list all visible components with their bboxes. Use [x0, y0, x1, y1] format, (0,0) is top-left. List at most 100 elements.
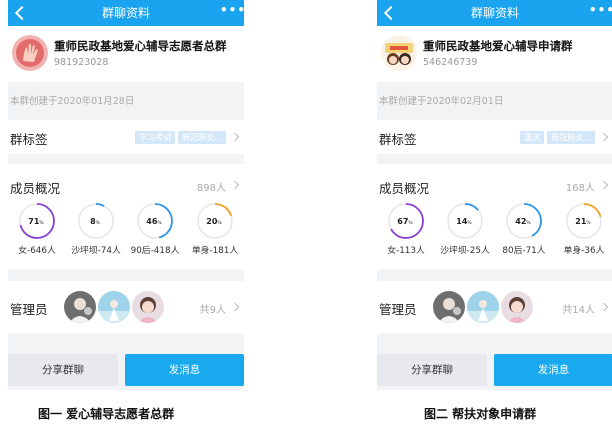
stat-ring-graphic: 14% [447, 203, 483, 239]
members-count: 168人 [565, 183, 595, 194]
avatar [130, 289, 166, 325]
stat-ring: 42% 80后-71人 [495, 202, 553, 256]
avatar [499, 289, 535, 325]
title-bar: 群聊资料 ••• [8, 0, 244, 26]
send-message-button[interactable]: 发消息 [125, 354, 244, 386]
group-header[interactable]: 重师民政基地爱心辅导申请群 546246739 [377, 26, 612, 82]
page-title: 群聊资料 [101, 6, 150, 20]
members-overview[interactable]: 成员概况 898人 71% 女-646人 8% 沙坪坝-74人 46% 90后-418人 2… [8, 164, 244, 269]
stat-ring: 46% 90后-418人 [126, 202, 184, 256]
stat-ring: 8% 沙坪坝-74人 [67, 202, 125, 256]
ring-percent-label: 67% [397, 217, 413, 226]
share-group-button[interactable]: 分享群聊 [8, 354, 118, 386]
stat-ring: 14% 沙坪坝-25人 [436, 202, 494, 256]
figure-caption: 图二 帮扶对象申请群 [424, 407, 537, 421]
admin-avatars [62, 289, 166, 325]
group-profile-screen-1: 群聊资料 ••• 重师民政基地爱心辅导志愿者总群 981923028 本群创建于… [8, 0, 244, 390]
tag-list: 重庆 新冠肺炎... [520, 131, 595, 144]
tag: 新冠肺炎... [178, 131, 226, 144]
ring-caption: 90后-418人 [130, 246, 180, 256]
ring-caption: 女-113人 [387, 246, 425, 256]
ring-percent-label: 21% [575, 217, 591, 226]
group-name: 重师民政基地爱心辅导志愿者总群 [54, 39, 227, 53]
avatar [465, 289, 501, 325]
group-header[interactable]: 重师民政基地爱心辅导志愿者总群 981923028 [8, 26, 244, 82]
ring-percent-label: 8% [90, 217, 101, 226]
admins-label: 管理员 [10, 302, 48, 317]
back-arrow-icon[interactable] [381, 0, 399, 26]
ring-percent-unit: % [157, 220, 162, 226]
admins-label: 管理员 [379, 302, 417, 317]
avatar [62, 289, 98, 325]
tags-label: 群标签 [10, 132, 48, 147]
back-arrow-icon[interactable] [12, 0, 30, 26]
ring-percent-label: 42% [515, 217, 531, 226]
members-label: 成员概况 [10, 181, 61, 196]
stat-ring: 20% 单身-181人 [186, 202, 244, 256]
ring-percent-unit: % [467, 220, 472, 226]
group-name: 重师民政基地爱心辅导申请群 [423, 39, 573, 53]
ring-caption: 单身-36人 [563, 246, 605, 256]
stat-ring-graphic: 46% [137, 203, 173, 239]
admins-row[interactable]: 管理员 共9人 [8, 281, 244, 333]
admins-count: 共14人 [562, 305, 595, 316]
stat-ring-graphic: 42% [506, 203, 542, 239]
action-bar: 分享群聊 发消息 [8, 354, 244, 386]
avatar [431, 289, 467, 325]
members-count: 898人 [196, 183, 226, 194]
ring-caption: 沙坪坝-25人 [440, 246, 490, 256]
ring-percent-unit: % [408, 220, 413, 226]
ring-percent-unit: % [217, 220, 222, 226]
admin-avatars [431, 289, 535, 325]
chevron-right-icon [599, 302, 609, 312]
stat-ring-graphic: 67% [388, 203, 424, 239]
share-group-button[interactable]: 分享群聊 [377, 354, 487, 386]
action-bar: 分享群聊 发消息 [377, 354, 612, 386]
ring-percent-unit: % [586, 220, 591, 226]
ring-percent-unit: % [96, 220, 101, 226]
group-avatar [381, 35, 417, 71]
group-tags-row[interactable]: 群标签 学习考试 新冠肺炎... [8, 120, 244, 154]
chevron-right-icon [230, 180, 240, 190]
admins-row[interactable]: 管理员 共14人 [377, 281, 612, 333]
more-menu-icon[interactable]: ••• [589, 0, 612, 26]
stat-ring: 67% 女-113人 [377, 202, 435, 256]
stat-ring-graphic: 71% [19, 203, 55, 239]
figure-caption: 图一 爱心辅导志愿者总群 [38, 407, 175, 421]
stat-rings: 67% 女-113人 14% 沙坪坝-25人 42% 80后-71人 21% 单身-36人 [377, 202, 612, 266]
created-date: 本群创建于2020年02月01日 [377, 88, 612, 116]
stat-ring-graphic: 8% [78, 203, 114, 239]
created-date: 本群创建于2020年01月28日 [8, 88, 244, 116]
send-message-button[interactable]: 发消息 [494, 354, 612, 386]
ring-percent-unit: % [526, 220, 531, 226]
ring-caption: 沙坪坝-74人 [71, 246, 121, 256]
group-tags-row[interactable]: 群标签 重庆 新冠肺炎... [377, 120, 612, 154]
chevron-right-icon [599, 180, 609, 190]
stat-ring: 21% 单身-36人 [555, 202, 612, 256]
stat-ring: 71% 女-646人 [8, 202, 66, 256]
group-id: 981923028 [54, 57, 109, 68]
group-profile-screen-2: 群聊资料 ••• 重师民政基地爱心辅导申请群 546246739 本群创建于20… [377, 0, 612, 390]
tag-list: 学习考试 新冠肺炎... [135, 131, 226, 144]
ring-caption: 单身-181人 [191, 246, 239, 256]
ring-percent-label: 14% [456, 217, 472, 226]
stat-ring-graphic: 21% [566, 203, 602, 239]
admins-count: 共9人 [199, 305, 226, 316]
ring-caption: 80后-71人 [502, 246, 546, 256]
tag: 新冠肺炎... [547, 131, 595, 144]
ring-percent-unit: % [39, 220, 44, 226]
title-bar: 群聊资料 ••• [377, 0, 612, 26]
tag: 学习考试 [135, 131, 176, 144]
ring-percent-label: 46% [146, 217, 162, 226]
stat-rings: 71% 女-646人 8% 沙坪坝-74人 46% 90后-418人 20% 单身-181人 [8, 202, 244, 266]
stat-ring-graphic: 20% [197, 203, 233, 239]
ring-caption: 女-646人 [18, 246, 56, 256]
more-menu-icon[interactable]: ••• [220, 0, 244, 26]
ring-percent-label: 20% [206, 217, 222, 226]
members-overview[interactable]: 成员概况 168人 67% 女-113人 14% 沙坪坝-25人 42% 80后-71人 2… [377, 164, 612, 269]
ring-percent-label: 71% [28, 217, 44, 226]
chevron-right-icon [230, 302, 240, 312]
tag: 重庆 [520, 131, 545, 144]
page-title: 群聊资料 [470, 6, 519, 20]
group-avatar [12, 35, 48, 71]
